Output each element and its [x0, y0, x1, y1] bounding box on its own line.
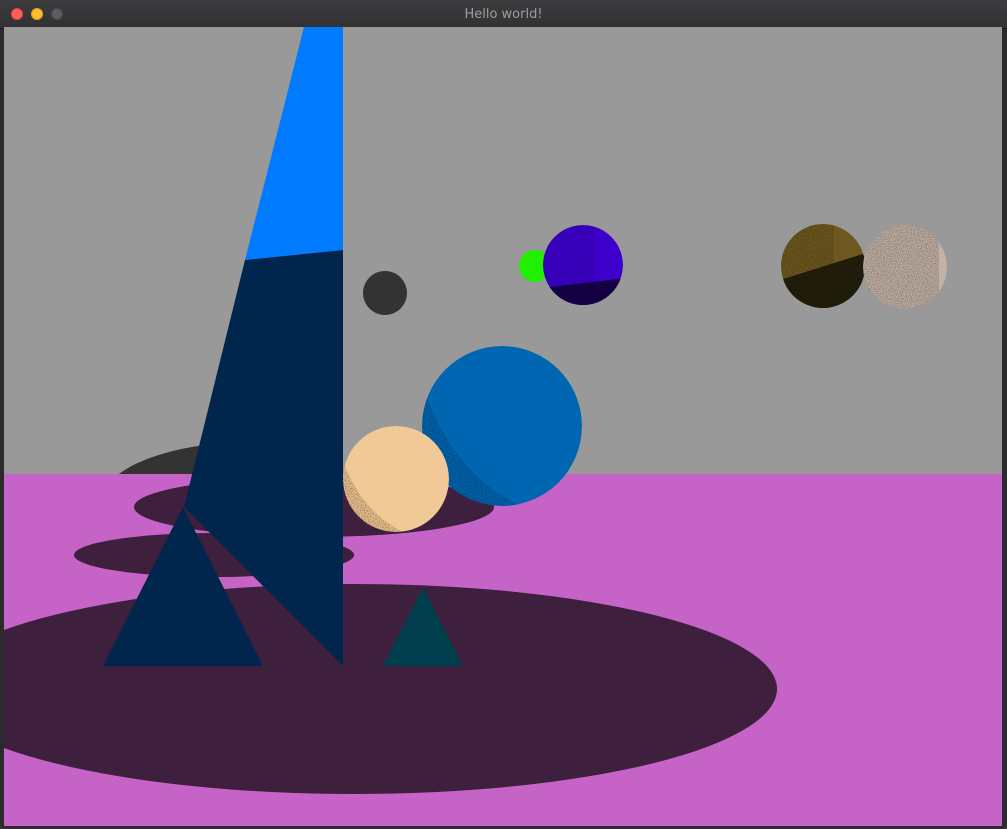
sphere-gray: [363, 271, 407, 315]
title-bar[interactable]: Hello world!: [0, 0, 1007, 29]
app-window: Hello world!: [0, 0, 1007, 829]
window-title: Hello world!: [464, 7, 543, 22]
raytrace-canvas: [4, 27, 1002, 826]
render-viewport: [4, 27, 1002, 826]
